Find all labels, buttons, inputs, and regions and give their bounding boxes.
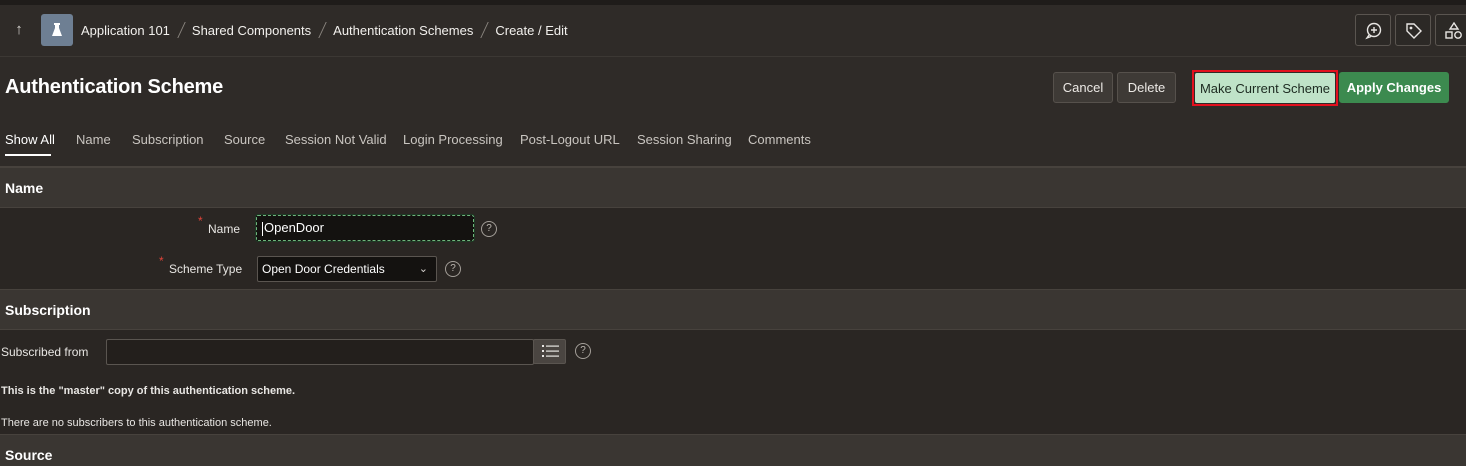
list-of-values-button[interactable]: [533, 339, 566, 364]
delete-button[interactable]: Delete: [1117, 72, 1176, 103]
breadcrumb-application[interactable]: Application 101: [81, 23, 170, 38]
app-glyph-icon: [52, 23, 62, 36]
breadcrumb: Application 101 Shared Components Authen…: [81, 22, 568, 38]
breadcrumb-shared-components[interactable]: Shared Components: [192, 23, 311, 38]
name-label: Name: [208, 222, 241, 236]
subscribed-from-label: Subscribed from: [1, 345, 89, 359]
breadcrumb-separator: [318, 22, 327, 38]
source-region-header: Source: [0, 434, 1466, 466]
tab-source[interactable]: Source: [224, 132, 265, 147]
list-icon: [542, 345, 559, 357]
subscription-region-body: Subscribed from ? This is the "master" c…: [0, 330, 1466, 434]
name-region-title: Name: [5, 180, 44, 196]
tab-show-all[interactable]: Show All: [5, 132, 55, 147]
no-subscribers-note: There are no subscribers to this authent…: [1, 417, 272, 429]
tab-post-logout-url[interactable]: Post-Logout URL: [520, 132, 620, 147]
apply-changes-button[interactable]: Apply Changes: [1339, 72, 1449, 103]
shapes-icon: [1445, 22, 1462, 39]
chevron-down-icon: ⌄: [418, 263, 428, 275]
scheme-type-label: Scheme Type: [169, 262, 243, 276]
tag-button[interactable]: [1395, 14, 1431, 46]
scheme-type-select[interactable]: Open Door Credentials ⌄: [257, 256, 437, 282]
name-help-icon[interactable]: ?: [481, 221, 497, 237]
name-region-header: Name: [0, 167, 1466, 208]
subscribed-from-help-icon[interactable]: ?: [575, 343, 591, 359]
tab-login-processing[interactable]: Login Processing: [403, 132, 503, 147]
comment-add-button[interactable]: [1355, 14, 1391, 46]
arrow-up-icon[interactable]: ↑: [10, 21, 28, 39]
breadcrumb-separator: [177, 22, 186, 38]
tab-session-not-valid[interactable]: Session Not Valid: [285, 132, 387, 147]
name-region-body: * Name OpenDoor ? * Scheme Type Open Doo…: [0, 208, 1466, 289]
breadcrumb-bar: ↑ Application 101 Shared Components Auth…: [0, 5, 1466, 57]
tag-icon: [1406, 23, 1422, 39]
active-tab-indicator: [5, 154, 51, 156]
scheme-type-help-icon[interactable]: ?: [445, 261, 461, 277]
tab-name[interactable]: Name: [76, 132, 111, 147]
breadcrumb-current-page: Create / Edit: [495, 22, 568, 38]
scheme-type-value: Open Door Credentials: [262, 262, 385, 276]
application-icon[interactable]: [41, 14, 73, 46]
required-marker: *: [159, 254, 164, 268]
tab-subscription[interactable]: Subscription: [132, 132, 204, 147]
comment-add-icon: [1365, 22, 1382, 40]
source-region-title: Source: [5, 447, 53, 463]
cancel-button[interactable]: Cancel: [1053, 72, 1113, 103]
subscription-region-title: Subscription: [5, 302, 91, 318]
page-title: Authentication Scheme: [5, 76, 224, 98]
required-marker: *: [198, 214, 203, 228]
master-copy-note: This is the "master" copy of this authen…: [1, 385, 296, 397]
tab-session-sharing[interactable]: Session Sharing: [637, 132, 732, 147]
make-current-scheme-button[interactable]: Make Current Scheme: [1195, 73, 1335, 103]
name-input-value: OpenDoor: [264, 220, 324, 235]
subscription-region-header: Subscription: [0, 289, 1466, 330]
tab-bar: Show All Name Subscription Source Sessio…: [0, 123, 1466, 167]
subscribed-from-input[interactable]: [106, 339, 534, 365]
name-input[interactable]: OpenDoor: [255, 214, 475, 242]
breadcrumb-authentication-schemes[interactable]: Authentication Schemes: [333, 23, 473, 38]
breadcrumb-separator: [480, 22, 490, 38]
text-caret: [262, 221, 263, 236]
shapes-button[interactable]: [1435, 14, 1466, 46]
tab-comments[interactable]: Comments: [748, 132, 811, 147]
